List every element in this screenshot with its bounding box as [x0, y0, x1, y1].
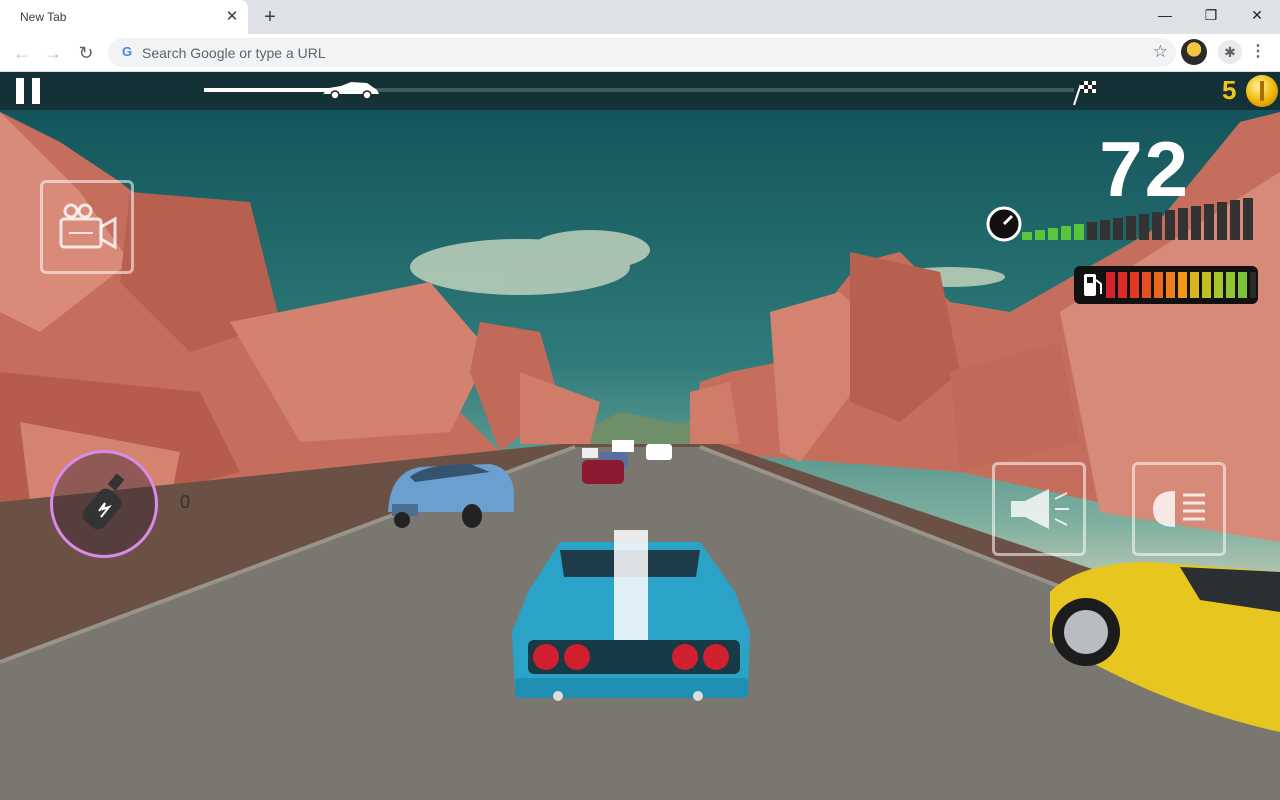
rpm-segment: [1230, 200, 1240, 240]
close-icon[interactable]: ✕: [224, 9, 240, 25]
back-button[interactable]: ←: [8, 39, 36, 67]
fuel-segment: [1202, 272, 1211, 298]
rpm-segment: [1217, 202, 1227, 240]
new-tab-button[interactable]: +: [259, 6, 281, 28]
fuel-segment: [1106, 272, 1115, 298]
browser-toolbar: ← → ↻ G Search Google or type a URL ☆ ✱ …: [0, 34, 1280, 72]
tab-title: New Tab: [20, 10, 67, 24]
car-icon: [322, 82, 379, 100]
nitro-button[interactable]: [50, 450, 158, 558]
reload-button[interactable]: ↻: [72, 39, 100, 67]
nitro-count: 0: [180, 492, 191, 512]
nitro-bottle-icon: [82, 473, 125, 530]
forward-button[interactable]: →: [39, 39, 67, 67]
coin-icon: [1246, 75, 1278, 107]
fuel-gauge: [1074, 266, 1258, 304]
rpm-segment: [1178, 208, 1188, 240]
extensions-icon[interactable]: ✱: [1218, 40, 1242, 64]
browser-menu-button[interactable]: ⋮: [1250, 40, 1266, 64]
google-icon: G: [121, 44, 133, 59]
rpm-segment: [1243, 198, 1253, 240]
fuel-segment: [1214, 272, 1223, 298]
rpm-segment: [1035, 230, 1045, 240]
rpm-segment: [1152, 212, 1162, 240]
camera-switch-icon: [59, 203, 117, 250]
fuel-pump-icon: [1084, 274, 1102, 296]
left-rock-formation: [0, 112, 600, 502]
fuel-segment: [1130, 272, 1139, 298]
address-placeholder: Search Google or type a URL: [142, 45, 326, 61]
rpm-segment: [1204, 204, 1214, 240]
fuel-segment: [1154, 272, 1163, 298]
rpm-segment: [1165, 210, 1175, 240]
profile-avatar[interactable]: [1181, 39, 1207, 65]
rpm-segment: [1139, 214, 1149, 240]
headlight-icon: [1153, 491, 1205, 527]
rpm-segment: [1113, 218, 1123, 240]
headlight-button[interactable]: [1132, 462, 1226, 556]
fuel-segment: [1226, 272, 1235, 298]
close-window-button[interactable]: ✕: [1234, 0, 1280, 30]
red-traffic-car: [582, 460, 624, 484]
fuel-segment: [1238, 272, 1247, 298]
hud-top-bar: 5: [0, 72, 1280, 110]
fuel-segment: [1142, 272, 1151, 298]
rpm-segment: [1191, 206, 1201, 240]
fuel-bar: [1106, 272, 1256, 298]
bookmark-star-icon[interactable]: ☆: [1153, 42, 1168, 62]
tab-new-tab[interactable]: New Tab ✕: [0, 0, 248, 34]
restore-button[interactable]: ❐: [1188, 0, 1234, 30]
fuel-segment: [1166, 272, 1175, 298]
coin-count: 5: [1222, 75, 1237, 105]
rpm-segment: [1126, 216, 1136, 240]
pause-icon[interactable]: [16, 78, 40, 104]
camera-switch-button[interactable]: [40, 180, 134, 274]
rpm-segment: [1022, 232, 1032, 240]
minimize-button[interactable]: —: [1142, 0, 1188, 30]
rpm-segment: [1100, 220, 1110, 240]
address-bar[interactable]: G Search Google or type a URL ☆: [108, 38, 1176, 67]
rpm-gauge: [984, 198, 1260, 244]
tab-strip: New Tab ✕ + — ❐ ✕: [0, 0, 1280, 34]
rpm-segment: [1087, 222, 1097, 240]
horn-button[interactable]: [992, 462, 1086, 556]
rpm-segment: [1048, 228, 1058, 240]
rpm-bar: [1022, 198, 1253, 240]
rpm-segment: [1061, 226, 1071, 240]
game-canvas[interactable]: 5 72 0: [0, 72, 1280, 800]
horn-icon: [1011, 489, 1069, 529]
fuel-segment: [1250, 272, 1256, 298]
fuel-segment: [1190, 272, 1199, 298]
rpm-segment: [1074, 224, 1084, 240]
fuel-segment: [1118, 272, 1127, 298]
race-progress-bar: [204, 82, 1074, 100]
fuel-segment: [1178, 272, 1187, 298]
checkered-flag-icon: [1073, 80, 1096, 106]
speedometer-icon: [986, 206, 1022, 242]
